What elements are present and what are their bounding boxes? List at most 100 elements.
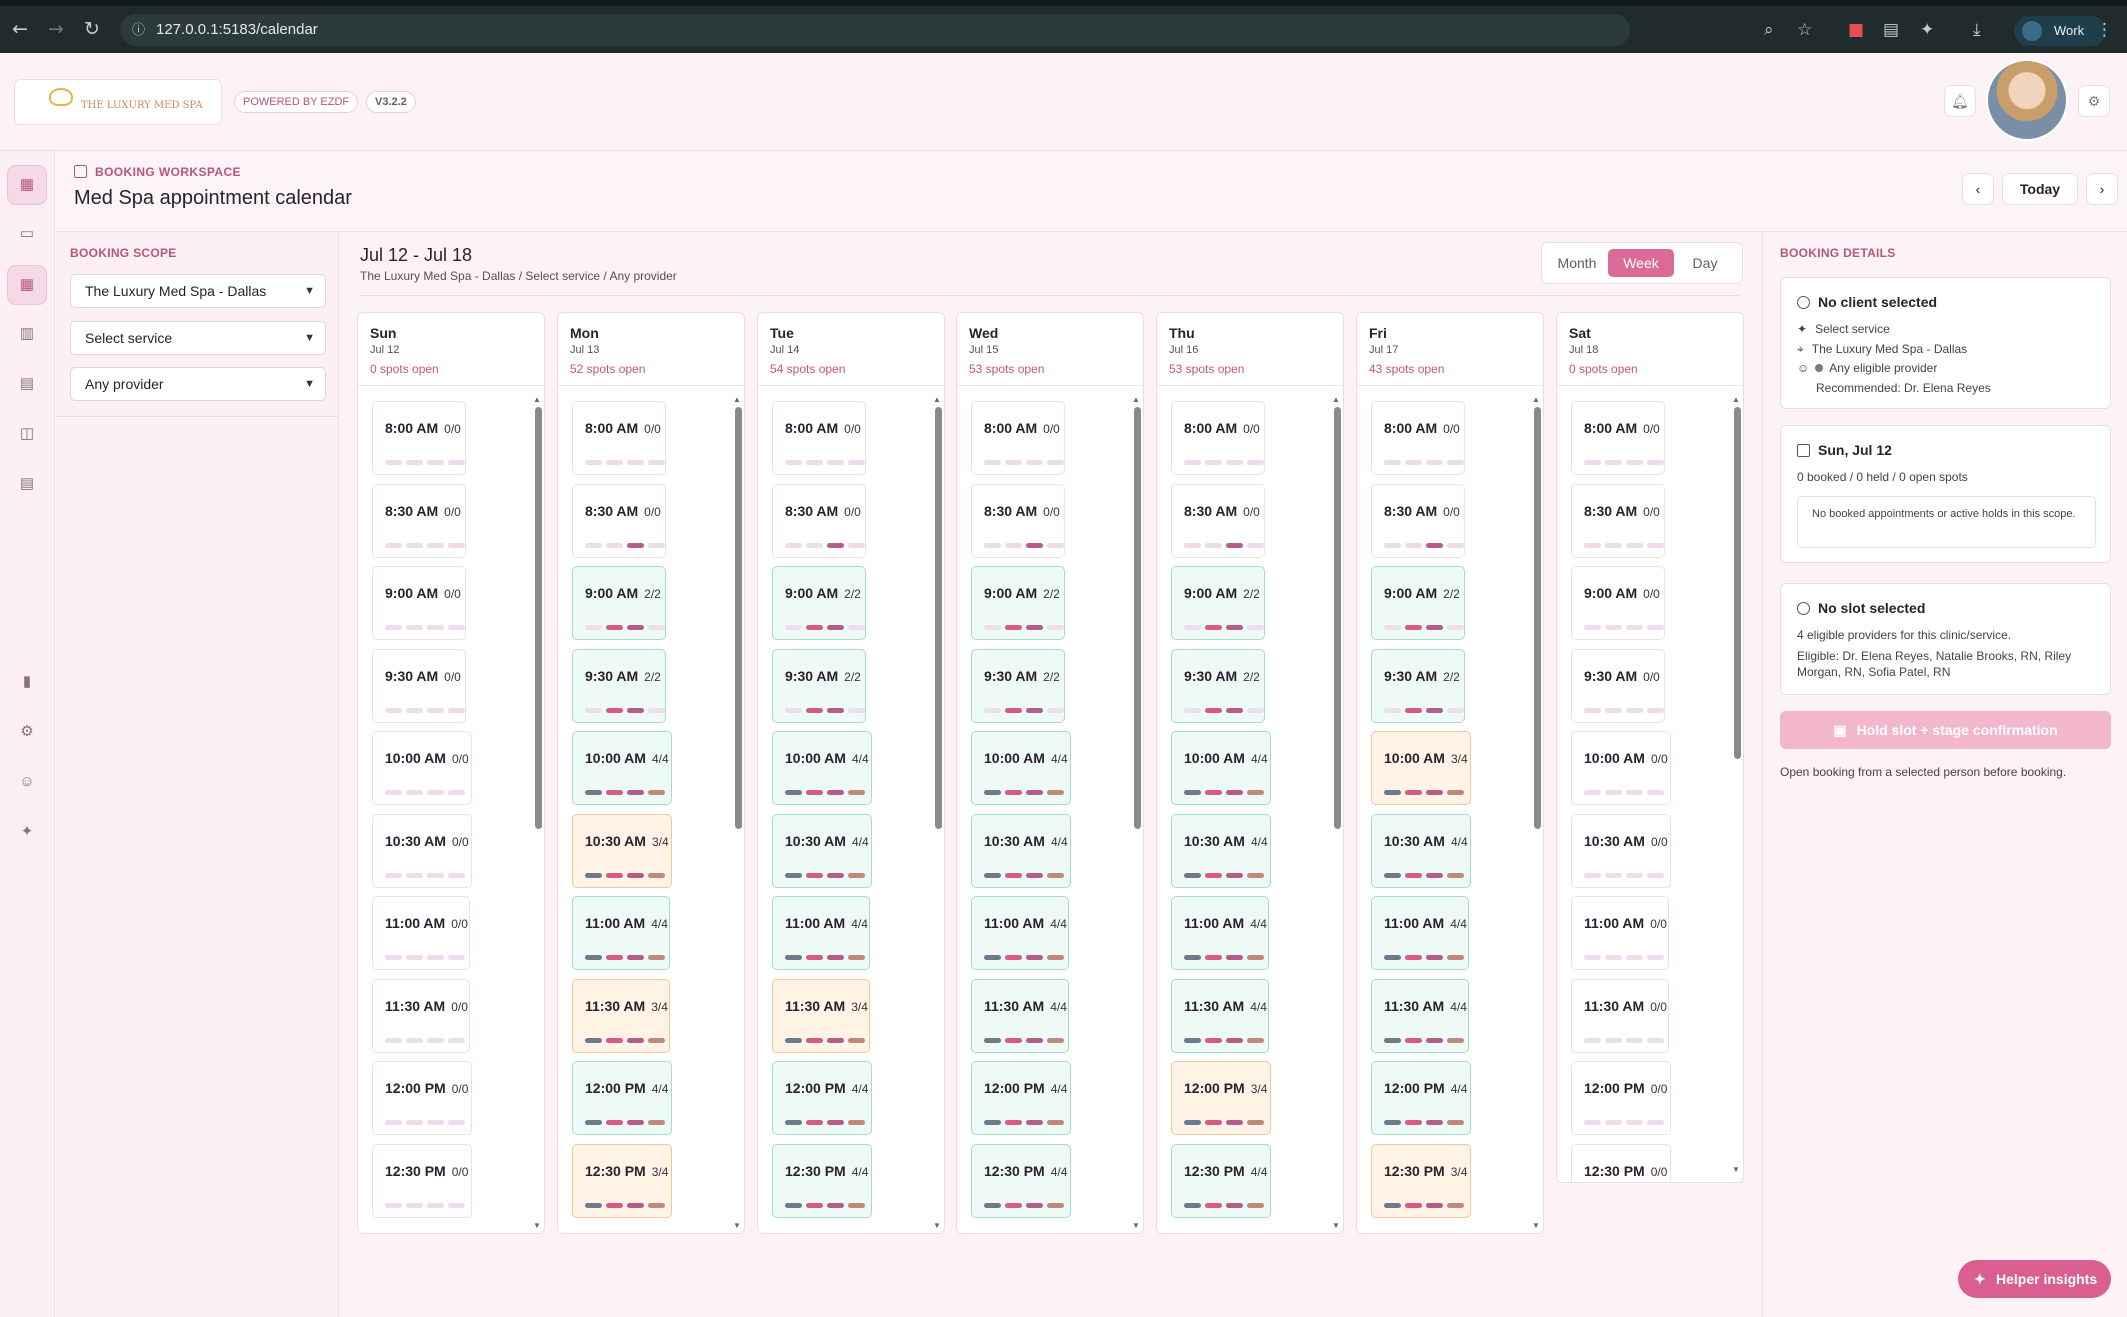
download-icon[interactable]: ⤓: [1973, 20, 1981, 40]
time-slot[interactable]: 8:30 AM 0/0: [1371, 483, 1465, 558]
time-slot[interactable]: 11:00 AM 0/0: [1571, 896, 1669, 970]
time-slot[interactable]: 11:00 AM 4/4: [1171, 896, 1269, 970]
time-slot[interactable]: 12:00 PM 4/4: [1371, 1061, 1471, 1135]
user-avatar[interactable]: [1986, 59, 2068, 141]
column-scrollbar[interactable]: ▲ ▼: [1532, 395, 1541, 1233]
scrollbar-thumb[interactable]: [1334, 407, 1341, 829]
scrollbar-thumb[interactable]: [535, 407, 542, 829]
time-slot[interactable]: 9:30 AM 2/2: [971, 648, 1065, 723]
time-slot[interactable]: 9:30 AM 2/2: [1171, 648, 1265, 723]
today-button[interactable]: Today: [2002, 173, 2078, 205]
time-slot[interactable]: 12:00 PM 3/4: [1171, 1061, 1271, 1135]
time-slot[interactable]: 10:30 AM 0/0: [1571, 813, 1671, 888]
time-slot[interactable]: 9:00 AM 0/0: [372, 566, 466, 640]
column-scrollbar[interactable]: ▲ ▼: [1332, 395, 1341, 1233]
time-slot[interactable]: 11:00 AM 4/4: [1371, 896, 1469, 970]
time-slot[interactable]: 8:00 AM 0/0: [1371, 401, 1465, 475]
time-slot[interactable]: 8:00 AM 0/0: [1171, 401, 1265, 475]
prev-week-button[interactable]: ‹: [1962, 173, 1994, 205]
time-slot[interactable]: 12:00 PM 0/0: [372, 1061, 472, 1135]
time-slot[interactable]: 11:30 AM 3/4: [572, 978, 670, 1053]
time-slot[interactable]: 8:00 AM 0/0: [971, 401, 1065, 475]
time-slot[interactable]: 8:30 AM 0/0: [772, 483, 866, 558]
provider-select[interactable]: Any provider ▼: [70, 367, 326, 401]
scroll-down-icon[interactable]: ▼: [733, 1221, 741, 1230]
time-slot[interactable]: 8:00 AM 0/0: [1571, 401, 1665, 475]
time-slot[interactable]: 12:00 PM 4/4: [971, 1061, 1071, 1135]
scroll-up-icon[interactable]: ▲: [933, 395, 941, 404]
clipboard-icon[interactable]: ▥: [7, 315, 47, 355]
time-slot[interactable]: 11:00 AM 4/4: [772, 896, 870, 970]
time-slot[interactable]: 8:30 AM 0/0: [1571, 483, 1665, 558]
scroll-up-icon[interactable]: ▲: [1532, 395, 1540, 404]
scrollbar-thumb[interactable]: [735, 407, 742, 829]
time-slot[interactable]: 12:30 PM 0/0: [372, 1143, 472, 1218]
view-day-button[interactable]: Day: [1676, 249, 1734, 277]
time-slot[interactable]: 9:30 AM 2/2: [572, 648, 666, 723]
messages-icon[interactable]: ▭: [7, 215, 47, 255]
scroll-down-icon[interactable]: ▼: [1532, 1221, 1540, 1230]
scrollbar-thumb[interactable]: [1734, 407, 1741, 759]
time-slot[interactable]: 12:30 PM 0/0: [1571, 1143, 1671, 1182]
time-slot[interactable]: 9:30 AM 2/2: [1371, 648, 1465, 723]
extension-icon[interactable]: ■: [1848, 20, 1864, 40]
time-slot[interactable]: 8:30 AM 0/0: [971, 483, 1065, 558]
time-slot[interactable]: 10:30 AM 4/4: [1171, 813, 1271, 888]
extension-icon-2[interactable]: ▤: [1883, 20, 1899, 40]
time-slot[interactable]: 9:00 AM 2/2: [1171, 566, 1265, 640]
calendar-icon[interactable]: ▦: [7, 265, 47, 305]
time-slot[interactable]: 10:00 AM 0/0: [1571, 731, 1671, 805]
scroll-up-icon[interactable]: ▲: [533, 395, 541, 404]
time-slot[interactable]: 11:00 AM 0/0: [372, 896, 470, 970]
time-slot[interactable]: 10:00 AM 4/4: [1171, 731, 1271, 805]
scrollbar-thumb[interactable]: [1534, 407, 1541, 829]
time-slot[interactable]: 9:00 AM 2/2: [1371, 566, 1465, 640]
scroll-down-icon[interactable]: ▼: [1332, 1221, 1340, 1230]
time-slot[interactable]: 11:30 AM 0/0: [1571, 978, 1669, 1053]
time-slot[interactable]: 10:00 AM 4/4: [971, 731, 1071, 805]
time-slot[interactable]: 8:00 AM 0/0: [572, 401, 666, 475]
settings-icon[interactable]: ⚙: [7, 713, 47, 753]
time-slot[interactable]: 10:30 AM 4/4: [772, 813, 872, 888]
view-month-button[interactable]: Month: [1548, 249, 1606, 277]
scroll-down-icon[interactable]: ▼: [933, 1221, 941, 1230]
time-slot[interactable]: 10:30 AM 3/4: [572, 813, 672, 888]
helper-insights-button[interactable]: ✦ Helper insights: [1958, 1260, 2111, 1298]
time-slot[interactable]: 11:00 AM 4/4: [971, 896, 1069, 970]
time-slot[interactable]: 10:00 AM 4/4: [772, 731, 872, 805]
time-slot[interactable]: 10:30 AM 4/4: [1371, 813, 1471, 888]
scroll-down-icon[interactable]: ▼: [1132, 1221, 1140, 1230]
time-slot[interactable]: 9:30 AM 2/2: [772, 648, 866, 723]
hold-slot-button[interactable]: ▣ Hold slot + stage confirmation: [1780, 711, 2111, 749]
time-slot[interactable]: 10:00 AM 4/4: [572, 731, 672, 805]
time-slot[interactable]: 12:30 PM 4/4: [1171, 1143, 1271, 1218]
scrollbar-thumb[interactable]: [1134, 407, 1141, 829]
back-icon[interactable]: ←: [12, 18, 28, 40]
view-week-button[interactable]: Week: [1608, 249, 1674, 277]
time-slot[interactable]: 10:30 AM 4/4: [971, 813, 1071, 888]
clinic-select[interactable]: The Luxury Med Spa - Dallas ▼: [70, 274, 326, 308]
time-slot[interactable]: 11:30 AM 4/4: [971, 978, 1069, 1053]
time-slot[interactable]: 12:00 PM 0/0: [1571, 1061, 1671, 1135]
forward-icon[interactable]: →: [48, 18, 64, 40]
scroll-down-icon[interactable]: ▼: [533, 1221, 541, 1230]
scroll-up-icon[interactable]: ▲: [1132, 395, 1140, 404]
notifications-bell-icon[interactable]: 🔔︎: [1944, 85, 1976, 117]
time-slot[interactable]: 9:00 AM 2/2: [971, 566, 1065, 640]
time-slot[interactable]: 12:30 PM 3/4: [1371, 1143, 1471, 1218]
time-slot[interactable]: 8:00 AM 0/0: [772, 401, 866, 475]
file-list-icon[interactable]: ▤: [7, 465, 47, 505]
time-slot[interactable]: 10:00 AM 3/4: [1371, 731, 1471, 805]
time-slot[interactable]: 9:00 AM 0/0: [1571, 566, 1665, 640]
time-slot[interactable]: 9:30 AM 0/0: [1571, 648, 1665, 723]
users-icon[interactable]: ☺: [7, 763, 47, 803]
settings-gear-icon[interactable]: ⚙: [2078, 85, 2110, 117]
address-bar[interactable]: ⓘ 127.0.0.1:5183/calendar: [120, 14, 1630, 46]
column-scrollbar[interactable]: ▲ ▼: [933, 395, 942, 1233]
time-slot[interactable]: 12:00 PM 4/4: [572, 1061, 672, 1135]
column-scrollbar[interactable]: ▲ ▼: [1732, 395, 1741, 1182]
column-scrollbar[interactable]: ▲ ▼: [733, 395, 742, 1233]
reload-icon[interactable]: ↻: [84, 18, 100, 40]
time-slot[interactable]: 11:30 AM 3/4: [772, 978, 870, 1053]
scroll-up-icon[interactable]: ▲: [733, 395, 741, 404]
